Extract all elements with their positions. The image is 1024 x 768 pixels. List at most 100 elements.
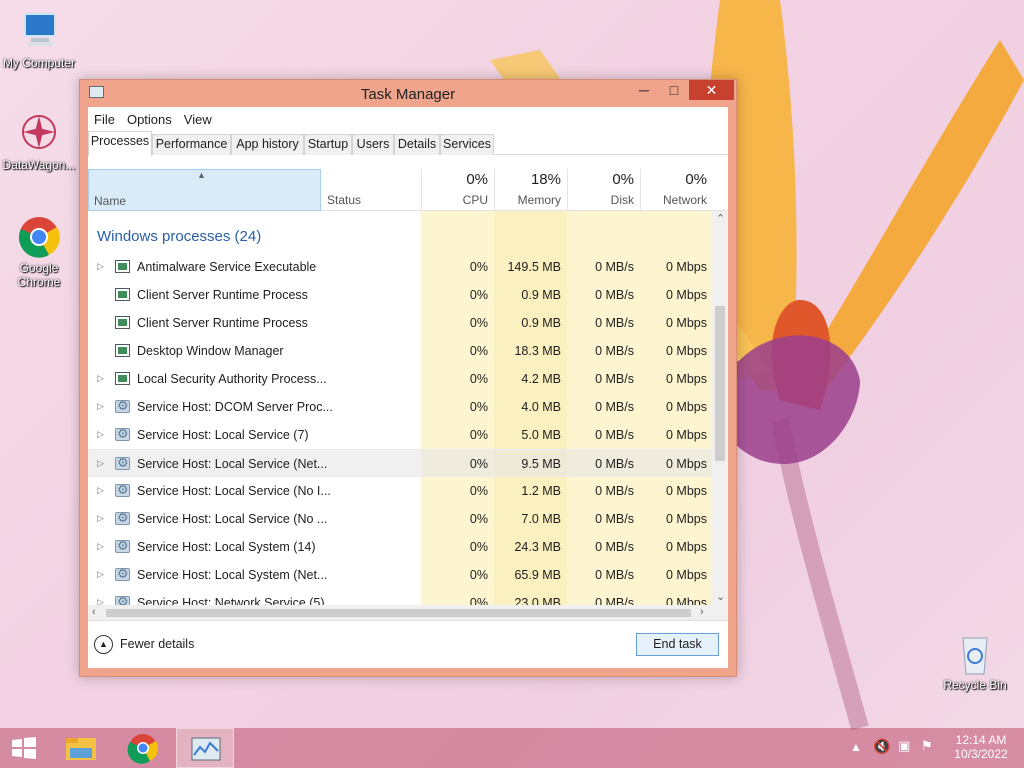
expand-chevron-icon[interactable]: ▷ xyxy=(97,513,104,524)
column-header-memory[interactable]: 18% Memory xyxy=(494,169,567,211)
end-task-button[interactable]: End task xyxy=(636,633,719,656)
expand-chevron-icon[interactable]: ▷ xyxy=(97,261,104,272)
tab-services[interactable]: Services xyxy=(440,134,494,155)
menu-file[interactable]: File xyxy=(94,112,115,127)
chrome-icon xyxy=(17,215,61,259)
process-disk: 0 MB/s xyxy=(595,344,634,358)
expand-chevron-icon[interactable]: ▷ xyxy=(97,485,104,496)
expand-chevron-icon[interactable]: ▷ xyxy=(97,569,104,580)
process-name: Service Host: DCOM Server Proc... xyxy=(137,400,333,414)
gear-icon xyxy=(115,455,130,471)
desktop-icon-label: Recycle Bin xyxy=(943,678,1007,692)
app-window-icon xyxy=(115,288,130,301)
menu-bar: File Options View xyxy=(88,107,728,131)
process-row[interactable]: ▷ Antimalware Service Executable 0% 149.5 M… xyxy=(88,253,713,281)
process-cpu: 0% xyxy=(469,484,488,498)
process-cpu: 0% xyxy=(469,457,488,471)
speaker-muted-icon[interactable]: 🔇 xyxy=(873,738,890,755)
tab-users[interactable]: Users xyxy=(352,134,394,155)
process-memory: 149.5 MB xyxy=(507,260,561,274)
horizontal-scroll-thumb[interactable] xyxy=(106,609,691,617)
horizontal-scrollbar[interactable]: ‹ › xyxy=(88,605,728,621)
column-header-status[interactable]: Status xyxy=(321,169,421,211)
desktop-icon-google-chrome[interactable]: Google Chrome xyxy=(0,215,78,289)
desktop-icon-datawagon[interactable]: DataWagon... xyxy=(0,112,78,172)
process-disk: 0 MB/s xyxy=(595,457,634,471)
taskbar-task-manager[interactable] xyxy=(176,728,234,768)
desktop-icon-label: Google Chrome xyxy=(17,261,61,289)
process-memory: 65.9 MB xyxy=(514,568,561,582)
gear-icon xyxy=(115,566,130,582)
process-row[interactable]: Desktop Window Manager 0% 18.3 MB 0 MB/s 0 M… xyxy=(88,337,713,365)
app-window-icon xyxy=(115,344,130,357)
action-center-icon[interactable]: ⚑ xyxy=(921,738,933,754)
expand-chevron-icon[interactable]: ▷ xyxy=(97,429,104,440)
clock[interactable]: 12:14 AM 10/3/2022 xyxy=(948,733,1014,761)
column-header-cpu[interactable]: 0% CPU xyxy=(421,169,494,211)
process-memory: 24.3 MB xyxy=(514,540,561,554)
vertical-scrollbar[interactable]: ⌃ ⌄ xyxy=(712,211,728,605)
process-row[interactable]: ▷ Service Host: Local Service (Net... 0% 9.… xyxy=(88,449,713,477)
start-button[interactable] xyxy=(0,728,48,768)
process-cpu: 0% xyxy=(469,372,488,386)
process-row[interactable]: ▷ Service Host: Local System (Net... 0% 65.… xyxy=(88,561,713,589)
process-row[interactable]: ▷ Local Security Authority Process... 0% 4.… xyxy=(88,365,713,393)
process-network: 0 Mbps xyxy=(666,372,707,386)
title-bar[interactable]: Task Manager ─ □ ✕ xyxy=(80,80,736,106)
process-disk: 0 MB/s xyxy=(595,400,634,414)
task-manager-window: Task Manager ─ □ ✕ File Options View Pro… xyxy=(79,79,737,677)
fewer-details-link[interactable]: Fewer details xyxy=(120,637,194,651)
app-window-icon xyxy=(115,260,130,273)
taskbar: ▲ 🔇 ▣ ⚑ 12:14 AM 10/3/2022 xyxy=(0,728,1024,768)
group-header-windows-processes[interactable]: Windows processes (24) xyxy=(97,228,261,245)
process-row[interactable]: Client Server Runtime Process 0% 0.9 MB 0 M… xyxy=(88,309,713,337)
process-row[interactable]: Client Server Runtime Process 0% 0.9 MB 0 M… xyxy=(88,281,713,309)
minimize-button[interactable]: ─ xyxy=(630,80,658,100)
task-manager-icon xyxy=(191,737,221,761)
footer-bar: ▲ Fewer details End task xyxy=(88,620,728,668)
process-memory: 0.9 MB xyxy=(521,316,561,330)
process-network: 0 Mbps xyxy=(666,428,707,442)
taskbar-chrome[interactable] xyxy=(114,728,172,768)
scroll-up-arrow-icon[interactable]: ⌃ xyxy=(716,212,725,225)
process-row[interactable]: ▷ Service Host: Local Service (No I... 0% 1… xyxy=(88,477,713,505)
tab-performance[interactable]: Performance xyxy=(152,134,231,155)
desktop-icon-recycle-bin[interactable]: Recycle Bin xyxy=(936,632,1014,692)
tab-details[interactable]: Details xyxy=(394,134,440,155)
app-window-icon xyxy=(115,316,130,329)
gear-icon xyxy=(115,538,130,554)
process-disk: 0 MB/s xyxy=(595,568,634,582)
process-row[interactable]: ▷ Service Host: Local Service (No ... 0% 7.… xyxy=(88,505,713,533)
process-row[interactable]: ▷ Service Host: Local System (14) 0% 24.3 M… xyxy=(88,533,713,561)
process-cpu: 0% xyxy=(469,512,488,526)
show-hidden-icons-icon[interactable]: ▲ xyxy=(850,740,862,754)
desktop-icon-my-computer[interactable]: My Computer xyxy=(0,10,78,70)
scroll-right-arrow-icon[interactable]: › xyxy=(700,606,704,618)
app-window-icon xyxy=(115,372,130,385)
column-header-network[interactable]: 0% Network xyxy=(640,169,713,211)
expand-chevron-icon[interactable]: ▷ xyxy=(97,458,104,469)
scroll-left-arrow-icon[interactable]: ‹ xyxy=(92,606,96,618)
process-row[interactable]: ▷ Service Host: Local Service (7) 0% 5.0 MB… xyxy=(88,421,713,449)
taskbar-file-explorer[interactable] xyxy=(52,728,110,768)
vertical-scroll-thumb[interactable] xyxy=(715,306,725,461)
maximize-button[interactable]: □ xyxy=(660,80,688,100)
scroll-down-arrow-icon[interactable]: ⌄ xyxy=(716,590,725,603)
expand-chevron-icon[interactable]: ▷ xyxy=(97,401,104,412)
close-button[interactable]: ✕ xyxy=(689,80,734,100)
tab-processes[interactable]: Processes xyxy=(88,131,152,156)
window-client-area: File Options View Processes Performance … xyxy=(88,107,728,668)
menu-options[interactable]: Options xyxy=(127,112,172,127)
tab-startup[interactable]: Startup xyxy=(304,134,352,155)
expand-chevron-icon[interactable]: ▷ xyxy=(97,373,104,384)
collapse-chevron-icon[interactable]: ▲ xyxy=(94,635,113,654)
column-header-disk[interactable]: 0% Disk xyxy=(567,169,640,211)
process-name: Service Host: Local Service (No I... xyxy=(137,484,331,498)
column-header-name[interactable]: ▲ Name xyxy=(88,169,321,211)
network-total-percent: 0% xyxy=(685,171,707,188)
expand-chevron-icon[interactable]: ▷ xyxy=(97,541,104,552)
network-icon[interactable]: ▣ xyxy=(898,738,910,754)
tab-app-history[interactable]: App history xyxy=(231,134,304,155)
menu-view[interactable]: View xyxy=(184,112,212,127)
process-row[interactable]: ▷ Service Host: DCOM Server Proc... 0% 4.0 … xyxy=(88,393,713,421)
